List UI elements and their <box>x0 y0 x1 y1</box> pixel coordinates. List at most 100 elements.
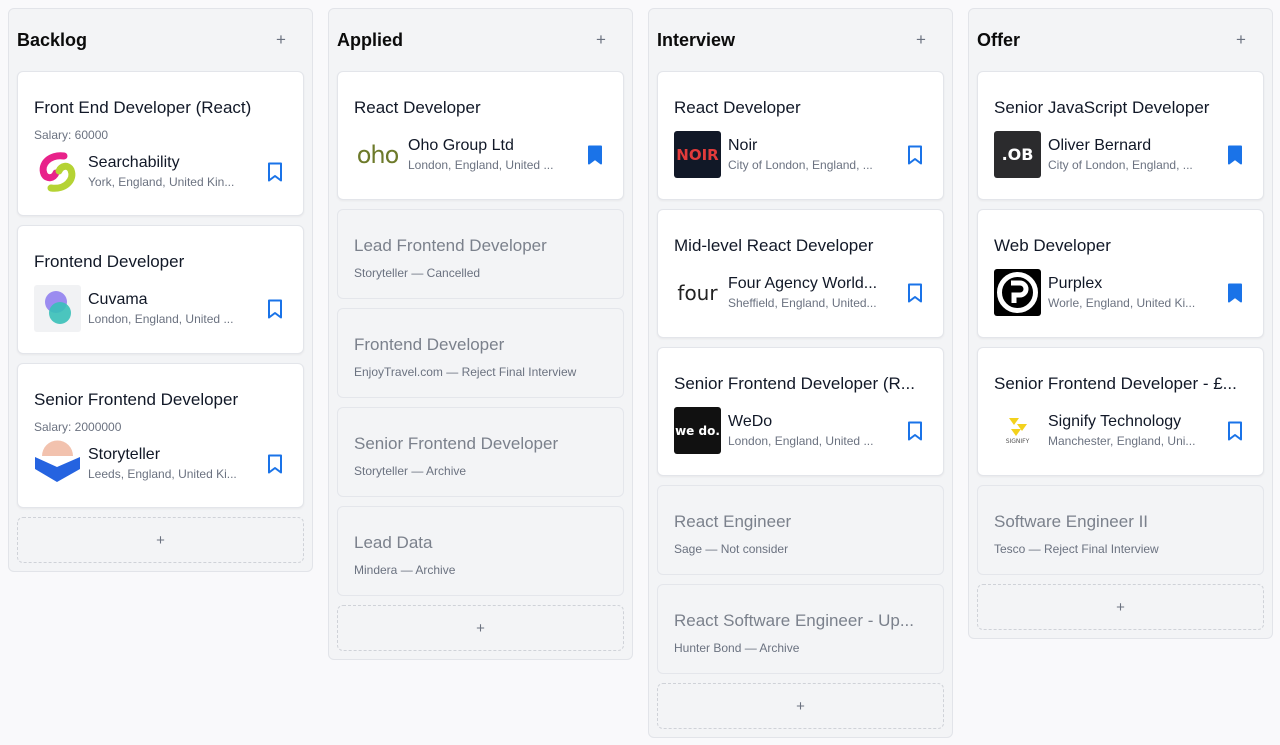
add-card-button[interactable]: + <box>657 683 944 729</box>
job-title: Frontend Developer <box>34 252 185 271</box>
salary-text: Salary: 2000000 <box>34 420 122 434</box>
add-card-button[interactable]: + <box>337 605 624 651</box>
company-row: Cuvama London, England, United ... <box>34 285 287 347</box>
company-location: York, England, United Kin... <box>88 175 235 189</box>
job-title: Lead Data <box>354 533 433 552</box>
company-location: Manchester, England, Uni... <box>1048 434 1196 448</box>
job-card-archived[interactable]: Lead Frontend Developer Storyteller — Ca… <box>337 209 624 299</box>
column-header: Interview + <box>657 9 944 71</box>
job-card-archived[interactable]: Frontend Developer EnjoyTravel.com — Rej… <box>337 308 624 398</box>
job-title: Senior Frontend Developer <box>34 390 239 409</box>
job-title: Senior Frontend Developer <box>354 434 559 453</box>
job-title: Lead Frontend Developer <box>354 236 547 255</box>
job-card[interactable]: React Developer NOIR Noir City of London… <box>657 71 944 200</box>
four-logo: four <box>677 280 718 305</box>
company-row: Purplex Worle, England, United Ki... <box>994 269 1247 331</box>
noir-logo: NOIR <box>674 131 721 178</box>
job-status: Hunter Bond — Archive <box>674 641 800 655</box>
job-title: Mid-level React Developer <box>674 236 874 255</box>
column-header: Offer + <box>977 9 1264 71</box>
bookmark-filled-icon[interactable] <box>1223 143 1247 167</box>
company-row: SIGNIFY Signify Technology Manchester, E… <box>994 407 1247 469</box>
bookmark-filled-icon[interactable] <box>583 143 607 167</box>
company-location: City of London, England, ... <box>728 158 873 172</box>
job-status: EnjoyTravel.com — Reject Final Interview <box>354 365 577 379</box>
job-card-archived[interactable]: React Engineer Sage — Not consider <box>657 485 944 575</box>
column-interview: Interview + React Developer NOIR Noir Ci… <box>648 8 953 738</box>
job-title: Web Developer <box>994 236 1111 255</box>
job-card[interactable]: Senior Frontend Developer (R... we do. W… <box>657 347 944 476</box>
company-location: London, England, United ... <box>728 434 874 448</box>
company-row: .OB Oliver Bernard City of London, Engla… <box>994 131 1247 193</box>
job-title: Frontend Developer <box>354 335 505 354</box>
bookmark-icon[interactable] <box>263 160 287 184</box>
company-name: Storyteller <box>88 446 161 463</box>
job-status: Storyteller — Cancelled <box>354 266 481 280</box>
bookmark-filled-icon[interactable] <box>1223 281 1247 305</box>
company-row: oho Oho Group Ltd London, England, Unite… <box>354 131 607 193</box>
job-card[interactable]: Front End Developer (React) Salary: 6000… <box>17 71 304 216</box>
job-title: Senior Frontend Developer (R... <box>674 374 915 393</box>
kanban-board: Backlog + Front End Developer (React) Sa… <box>0 0 1280 745</box>
company-name: Cuvama <box>88 291 148 308</box>
company-row: we do. WeDo London, England, United ... <box>674 407 927 469</box>
bookmark-icon[interactable] <box>263 297 287 321</box>
column-title: Interview <box>657 29 736 50</box>
add-card-button[interactable]: + <box>977 584 1264 630</box>
company-name: Purplex <box>1048 275 1103 292</box>
job-status: Mindera — Archive <box>354 563 456 577</box>
add-column-card-button[interactable]: + <box>270 29 292 51</box>
company-row: Storyteller Leeds, England, United Ki... <box>34 440 287 502</box>
job-title: React Developer <box>674 98 801 117</box>
company-row: four Four Agency World... Sheffield, Eng… <box>674 269 927 331</box>
column-header: Backlog + <box>17 9 304 71</box>
bookmark-icon[interactable] <box>263 452 287 476</box>
job-card-archived[interactable]: Lead Data Mindera — Archive <box>337 506 624 596</box>
job-title: Front End Developer (React) <box>34 98 252 117</box>
company-name: Oho Group Ltd <box>408 137 514 154</box>
bookmark-icon[interactable] <box>903 419 927 443</box>
bookmark-icon[interactable] <box>903 143 927 167</box>
salary-text: Salary: 60000 <box>34 128 109 142</box>
job-status: Sage — Not consider <box>674 542 789 556</box>
column-backlog: Backlog + Front End Developer (React) Sa… <box>8 8 313 572</box>
add-column-card-button[interactable]: + <box>1230 29 1252 51</box>
job-card[interactable]: Frontend Developer Cuvama London, Englan… <box>17 225 304 354</box>
cuvama-logo <box>34 285 81 332</box>
company-location: Leeds, England, United Ki... <box>88 467 237 481</box>
job-title: React Engineer <box>674 512 792 531</box>
job-status: Storyteller — Archive <box>354 464 467 478</box>
column-title: Applied <box>337 29 403 50</box>
company-name: Oliver Bernard <box>1048 137 1152 154</box>
bookmark-icon[interactable] <box>1223 419 1247 443</box>
job-card[interactable]: Senior JavaScript Developer .OB Oliver B… <box>977 71 1264 200</box>
company-location: Worle, England, United Ki... <box>1048 296 1196 310</box>
job-card[interactable]: Web Developer Purplex Worle, England, Un… <box>977 209 1264 338</box>
job-card-archived[interactable]: Senior Frontend Developer Storyteller — … <box>337 407 624 497</box>
job-card[interactable]: Senior Frontend Developer Salary: 200000… <box>17 363 304 508</box>
company-name: Noir <box>728 137 758 154</box>
company-name: WeDo <box>728 413 773 430</box>
job-card-archived[interactable]: React Software Engineer - Up... Hunter B… <box>657 584 944 674</box>
job-card[interactable]: Senior Frontend Developer - £... SIGNIFY… <box>977 347 1264 476</box>
purplex-logo <box>994 269 1041 316</box>
job-card[interactable]: Mid-level React Developer four Four Agen… <box>657 209 944 338</box>
storyteller-logo <box>34 440 81 487</box>
bookmark-icon[interactable] <box>903 281 927 305</box>
add-card-button[interactable]: + <box>17 517 304 563</box>
job-title: React Software Engineer - Up... <box>674 611 915 630</box>
column-applied: Applied + React Developer oho Oho Group … <box>328 8 633 660</box>
company-location: Sheffield, England, United... <box>728 296 877 310</box>
company-location: London, England, United ... <box>408 158 554 172</box>
company-location: City of London, England, ... <box>1048 158 1193 172</box>
wedo-logo: we do. <box>674 407 721 454</box>
job-card[interactable]: React Developer oho Oho Group Ltd London… <box>337 71 624 200</box>
add-column-card-button[interactable]: + <box>910 29 932 51</box>
company-location: London, England, United ... <box>88 312 234 326</box>
job-card-archived[interactable]: Software Engineer II Tesco — Reject Fina… <box>977 485 1264 575</box>
signify-logo: SIGNIFY <box>994 407 1041 454</box>
job-status: Tesco — Reject Final Interview <box>994 542 1159 556</box>
company-name: Signify Technology <box>1048 413 1182 430</box>
column-title: Backlog <box>17 29 88 50</box>
add-column-card-button[interactable]: + <box>590 29 612 51</box>
